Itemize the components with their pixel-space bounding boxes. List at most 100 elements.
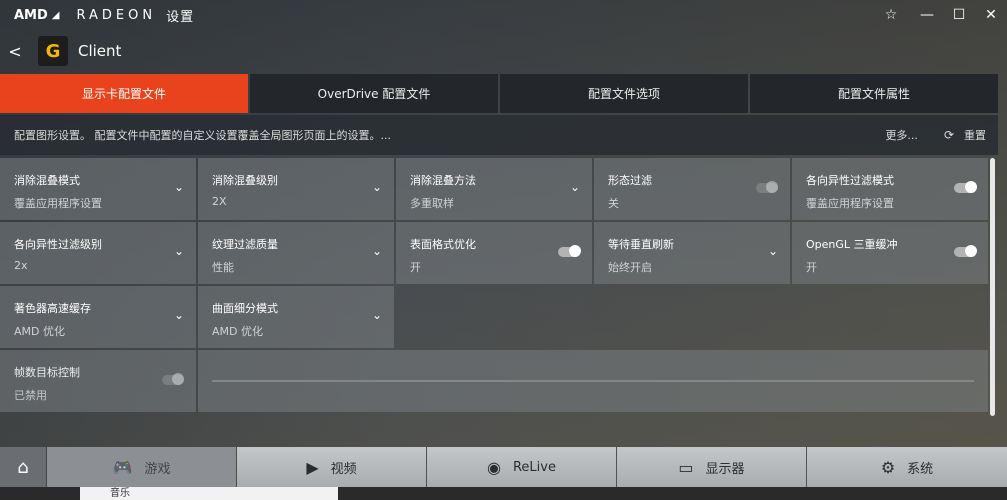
setting-label: 纹理过滤质量 xyxy=(212,238,278,251)
nav-label: 显示器 xyxy=(705,461,745,477)
setting-value: 始终开启 xyxy=(608,261,652,274)
setting-value: AMD 优化 xyxy=(14,325,65,338)
toggle-switch[interactable] xyxy=(162,373,184,385)
nav-label: ReLive xyxy=(512,459,556,475)
reset-button[interactable]: ⟳ 重置 xyxy=(944,127,986,143)
taskbar-music-item[interactable]: 音乐 xyxy=(80,487,338,500)
setting-vsync[interactable]: 等待垂直刷新 始终开启 ⌄ xyxy=(594,222,790,284)
settings-grid: 消除混叠模式 覆盖应用程序设置 ⌄ 消除混叠级别 2X ⌄ 消除混叠方法 多重取… xyxy=(0,158,988,414)
setting-label: 消除混叠模式 xyxy=(14,174,80,187)
frame-target-slider[interactable] xyxy=(212,380,974,382)
gamepad-icon: 🎮 xyxy=(112,457,133,477)
amd-arrow-icon: ◢ xyxy=(51,9,63,21)
bottom-navigation: ⌂ 🎮 游戏 ▶ 视频 ◉ ReLive ▭ 显示器 ⚙ 系统 xyxy=(0,447,1007,487)
setting-texture-quality[interactable]: 纹理过滤质量 性能 ⌄ xyxy=(198,222,394,284)
back-icon[interactable]: < xyxy=(0,42,30,61)
chevron-down-icon[interactable]: ⌄ xyxy=(570,180,580,194)
nav-relive[interactable]: ◉ ReLive xyxy=(427,447,616,487)
setting-value: 开 xyxy=(806,261,817,274)
toggle-knob xyxy=(965,245,977,257)
setting-morphological-filtering[interactable]: 形态过滤 关 xyxy=(594,158,790,220)
setting-value: 多重取样 xyxy=(410,197,454,210)
description-bar: 配置图形设置。 配置文件中配置的自定义设置覆盖全局图形页面上的设置。... 更多… xyxy=(0,115,998,155)
nav-label: 视频 xyxy=(330,461,357,477)
game-icon: G xyxy=(38,36,68,66)
description-text: 配置图形设置。 配置文件中配置的自定义设置覆盖全局图形页面上的设置。... xyxy=(14,129,391,142)
setting-shader-cache[interactable]: 著色器高速缓存 AMD 优化 ⌄ xyxy=(0,286,196,348)
monitor-icon: ▭ xyxy=(678,457,694,477)
scrollbar[interactable] xyxy=(989,158,997,416)
toggle-knob xyxy=(766,181,778,193)
setting-tessellation-mode[interactable]: 曲面细分模式 AMD 优化 ⌄ xyxy=(198,286,394,348)
favorite-star-icon[interactable]: ☆ xyxy=(871,0,911,30)
maximize-button[interactable]: ☐ xyxy=(943,0,975,30)
setting-antialiasing-mode[interactable]: 消除混叠模式 覆盖应用程序设置 ⌄ xyxy=(0,158,196,220)
setting-surface-format[interactable]: 表面格式优化 开 xyxy=(396,222,592,284)
toggle-knob xyxy=(965,181,977,193)
setting-label: 曲面细分模式 xyxy=(212,302,278,315)
title-bar: AMD ◢ RADEON 设置 ☆ — ☐ ✕ xyxy=(0,0,1007,30)
setting-label: OpenGL 三重缓冲 xyxy=(806,238,898,251)
app-header: < G Client xyxy=(0,30,1007,72)
setting-label: 各向异性过滤级别 xyxy=(14,238,102,251)
setting-value: 2x xyxy=(14,259,28,272)
brand-settings: 设置 xyxy=(166,9,195,25)
app-title: Client xyxy=(78,42,122,60)
reset-label: 重置 xyxy=(964,129,986,142)
setting-value: 性能 xyxy=(212,261,234,274)
nav-label: 游戏 xyxy=(144,461,171,477)
tab-overdrive-profile[interactable]: OverDrive 配置文件 xyxy=(250,74,498,113)
toggle-switch[interactable] xyxy=(954,181,977,193)
profile-tabs: 显示卡配置文件 OverDrive 配置文件 配置文件选项 配置文件属性 xyxy=(0,74,998,113)
toggle-switch[interactable] xyxy=(954,245,977,257)
chevron-down-icon[interactable]: ⌄ xyxy=(174,244,184,258)
home-icon[interactable]: ⌂ xyxy=(0,447,46,487)
minimize-button[interactable]: — xyxy=(911,0,943,30)
chevron-down-icon[interactable]: ⌄ xyxy=(174,308,184,322)
play-icon: ▶ xyxy=(306,457,319,477)
setting-antialiasing-method[interactable]: 消除混叠方法 多重取样 ⌄ xyxy=(396,158,592,220)
settings-row: 著色器高速缓存 AMD 优化 ⌄ 曲面细分模式 AMD 优化 ⌄ xyxy=(0,286,988,348)
chevron-down-icon[interactable]: ⌄ xyxy=(372,308,382,322)
nav-gaming[interactable]: 🎮 游戏 xyxy=(47,447,236,487)
setting-value: 2X xyxy=(212,195,227,208)
setting-label: 表面格式优化 xyxy=(410,238,476,251)
toggle-switch[interactable] xyxy=(756,181,778,193)
gear-icon: ⚙ xyxy=(880,457,896,477)
frame-target-slider-area xyxy=(198,350,988,412)
toggle-switch[interactable] xyxy=(558,245,581,257)
close-button[interactable]: ✕ xyxy=(975,0,1007,30)
chevron-down-icon[interactable]: ⌄ xyxy=(372,244,382,258)
brand-amd: AMD xyxy=(14,7,48,23)
setting-label: 著色器高速缓存 xyxy=(14,302,91,315)
tab-profile-options[interactable]: 配置文件选项 xyxy=(500,74,748,113)
game-icon-letter: G xyxy=(45,40,61,62)
setting-opengl-triple-buffer[interactable]: OpenGL 三重缓冲 开 xyxy=(792,222,988,284)
setting-antialiasing-level[interactable]: 消除混叠级别 2X ⌄ xyxy=(198,158,394,220)
setting-anisotropic-mode[interactable]: 各向异性过滤模式 覆盖应用程序设置 xyxy=(792,158,988,220)
setting-frame-target-control[interactable]: 帧数目标控制 已禁用 xyxy=(0,350,196,412)
nav-label: 系统 xyxy=(907,461,934,477)
nav-system[interactable]: ⚙ 系统 xyxy=(807,447,1007,487)
chevron-down-icon[interactable]: ⌄ xyxy=(768,244,778,258)
brand-radeon: RADEON xyxy=(76,7,157,23)
tab-profile-properties[interactable]: 配置文件属性 xyxy=(750,74,998,113)
setting-label: 形态过滤 xyxy=(608,174,652,187)
settings-row: 帧数目标控制 已禁用 xyxy=(0,350,988,412)
setting-label: 各向异性过滤模式 xyxy=(806,174,894,187)
tab-graphics-profile[interactable]: 显示卡配置文件 xyxy=(0,74,248,113)
chevron-down-icon[interactable]: ⌄ xyxy=(174,180,184,194)
chevron-down-icon[interactable]: ⌄ xyxy=(372,180,382,194)
nav-video[interactable]: ▶ 视频 xyxy=(237,447,426,487)
scrollbar-thumb[interactable] xyxy=(990,158,995,416)
setting-label: 等待垂直刷新 xyxy=(608,238,674,251)
setting-value: 已禁用 xyxy=(14,389,47,402)
setting-value: 覆盖应用程序设置 xyxy=(806,197,894,210)
reset-icon: ⟳ xyxy=(943,128,954,142)
toggle-knob xyxy=(569,245,581,257)
setting-anisotropic-level[interactable]: 各向异性过滤级别 2x ⌄ xyxy=(0,222,196,284)
nav-display[interactable]: ▭ 显示器 xyxy=(617,447,806,487)
more-link[interactable]: 更多... xyxy=(885,127,918,143)
setting-label: 消除混叠级别 xyxy=(212,174,278,187)
brand-logo: AMD ◢ RADEON 设置 xyxy=(0,6,194,25)
